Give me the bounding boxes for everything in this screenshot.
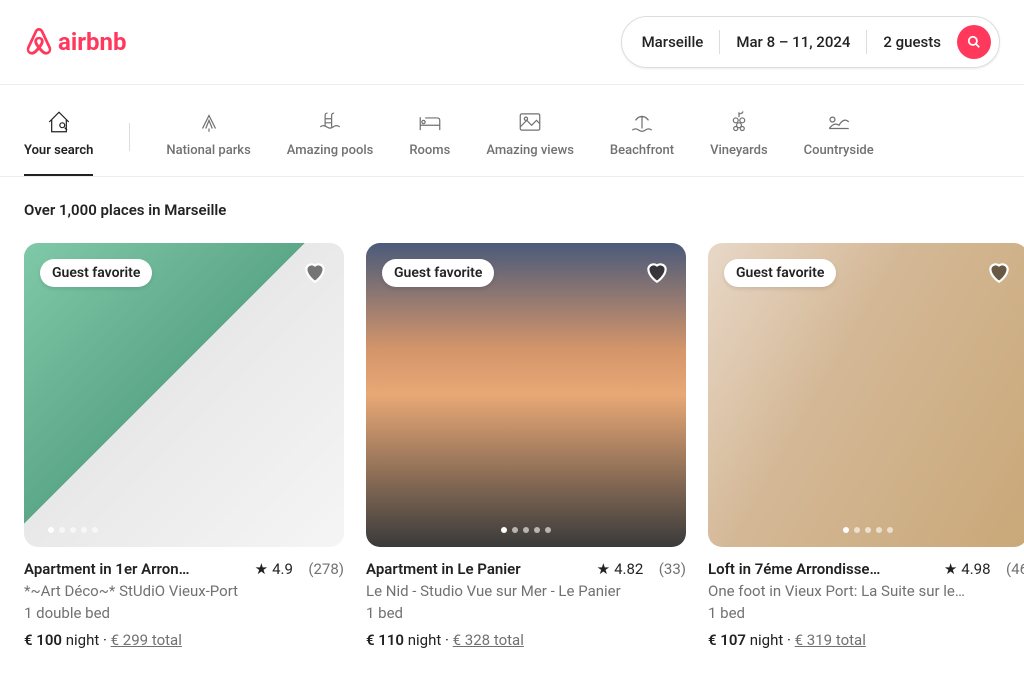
listing-beds: 1 bed [708,603,1024,625]
category-countryside[interactable]: Countryside [804,97,874,176]
listings-grid: Guest favorite Apartment in 1er Arron… ★… [0,243,1024,652]
listing-title: Loft in 7éme Arrondisse… [708,559,880,581]
category-label: Countryside [804,143,874,158]
listing-photo[interactable]: Guest favorite [708,243,1024,547]
favorite-heart-icon[interactable] [302,259,328,285]
category-amazing-views[interactable]: Amazing views [486,97,574,176]
results-count: Over 1,000 places in Marseille [0,177,1024,243]
favorite-heart-icon[interactable] [644,259,670,285]
listing-subtitle: One foot in Vieux Port: La Suite sur le… [708,581,1024,603]
listing-title: Apartment in 1er Arron… [24,559,189,581]
category-label: Your search [24,143,93,158]
listing-beds: 1 double bed [24,603,344,625]
listing-card[interactable]: Guest favorite Loft in 7éme Arrondisse… … [708,243,1024,652]
search-location[interactable]: Marseille [642,33,704,51]
pool-icon [317,109,343,135]
beach-icon [629,109,655,135]
total-price[interactable]: € 319 total [795,631,866,649]
pine-tree-icon [196,109,222,135]
countryside-icon [826,109,852,135]
listing-rating: ★ 4.98 (46 [944,559,1024,581]
search-icon [967,35,981,49]
divider [129,123,130,151]
picture-icon [517,109,543,135]
category-label: Amazing views [486,143,574,158]
category-label: Rooms [409,143,450,158]
brand-name: airbnb [58,28,126,56]
divider [719,30,720,54]
bed-icon [417,109,443,135]
divider [866,30,867,54]
listing-card[interactable]: Guest favorite Apartment in Le Panier ★ … [366,243,686,652]
category-label: Vineyards [710,143,768,158]
search-button[interactable] [957,25,991,59]
category-amazing-pools[interactable]: Amazing pools [287,97,374,176]
category-your-search[interactable]: Your search [24,97,93,176]
listing-photo[interactable]: Guest favorite [366,243,686,547]
category-bar: Your search National parks Amazing pools… [0,84,1024,177]
listing-card[interactable]: Guest favorite Apartment in 1er Arron… ★… [24,243,344,652]
listing-rating: ★ 4.9 (278) [255,559,344,581]
search-guests[interactable]: 2 guests [883,33,941,51]
favorite-heart-icon[interactable] [986,259,1012,285]
listing-price: € 100 night · € 299 total [24,630,344,652]
category-label: Amazing pools [287,143,374,158]
category-beachfront[interactable]: Beachfront [610,97,674,176]
carousel-dots [48,527,98,533]
category-label: Beachfront [610,143,674,158]
search-pill[interactable]: Marseille Mar 8 – 11, 2024 2 guests [621,16,1000,68]
total-price[interactable]: € 299 total [111,631,182,649]
listing-price: € 107 night · € 319 total [708,630,1024,652]
listing-subtitle: Le Nid - Studio Vue sur Mer - Le Panier [366,581,686,603]
listing-beds: 1 bed [366,603,686,625]
grapes-icon [726,109,752,135]
listing-title: Apartment in Le Panier [366,559,521,581]
search-dates[interactable]: Mar 8 – 11, 2024 [736,33,850,51]
house-search-icon [46,109,72,135]
listing-rating: ★ 4.82 (33) [597,559,686,581]
category-rooms[interactable]: Rooms [409,97,450,176]
airbnb-logo-icon [24,26,54,58]
listing-price: € 110 night · € 328 total [366,630,686,652]
guest-favorite-badge: Guest favorite [724,259,836,287]
total-price[interactable]: € 328 total [453,631,524,649]
guest-favorite-badge: Guest favorite [40,259,152,287]
category-national-parks[interactable]: National parks [166,97,250,176]
carousel-dots [501,527,551,533]
logo[interactable]: airbnb [24,26,126,58]
category-label: National parks [166,143,250,158]
listing-subtitle: *~Art Déco~* StUdiO Vieux-Port [24,581,344,603]
category-vineyards[interactable]: Vineyards [710,97,768,176]
guest-favorite-badge: Guest favorite [382,259,494,287]
carousel-dots [843,527,893,533]
listing-photo[interactable]: Guest favorite [24,243,344,547]
